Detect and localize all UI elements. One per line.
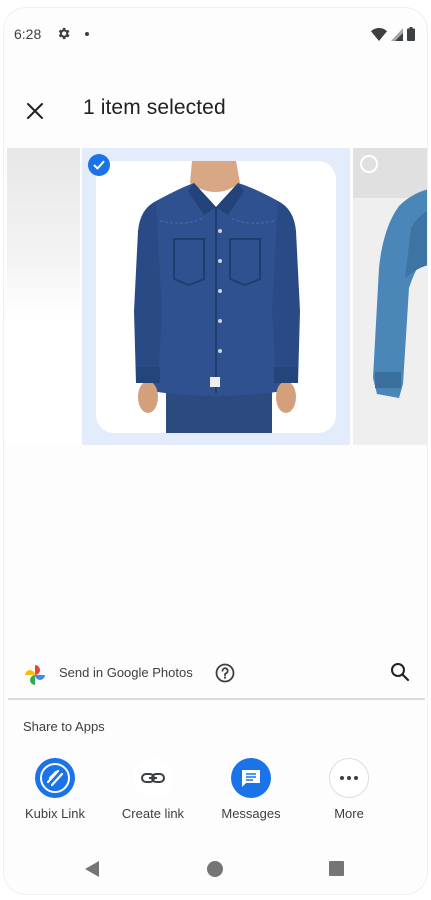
more-horizontal-icon <box>329 758 369 798</box>
close-icon[interactable] <box>20 96 50 126</box>
photo-right[interactable] <box>353 148 427 445</box>
notification-dot <box>85 32 89 36</box>
share-to-apps-label: Share to Apps <box>23 719 105 734</box>
search-icon[interactable] <box>389 661 411 688</box>
status-time: 6:28 <box>14 26 42 42</box>
signal-icon <box>391 27 403 46</box>
check-empty-icon[interactable] <box>360 155 378 173</box>
home-icon[interactable] <box>207 861 223 877</box>
send-in-google-photos-link[interactable]: Send in Google Photos <box>59 665 193 680</box>
divider <box>8 698 425 700</box>
light-denim-shirt-image <box>353 148 427 398</box>
messages-icon <box>231 758 271 798</box>
app-create-link[interactable]: Create link <box>108 758 198 821</box>
app-label: Messages <box>221 806 281 821</box>
photo-left[interactable] <box>7 148 80 445</box>
app-messages[interactable]: Messages <box>206 758 296 821</box>
selection-header: 1 item selected <box>4 82 427 138</box>
navigation-bar <box>4 846 427 894</box>
link-icon <box>133 758 173 798</box>
photo-image <box>96 161 336 433</box>
app-kubix-link[interactable]: Kubix Link <box>10 758 100 821</box>
app-more[interactable]: More <box>304 758 394 821</box>
wifi-icon <box>371 27 387 46</box>
battery-icon <box>407 27 415 46</box>
send-in-photos-row: Send in Google Photos <box>4 650 427 698</box>
share-apps-row: Kubix Link Create link Messages More <box>4 758 427 828</box>
photo-carousel[interactable] <box>4 148 427 445</box>
photo-denim-shirt[interactable] <box>82 148 350 445</box>
selection-title: 1 item selected <box>83 96 226 119</box>
back-icon[interactable] <box>84 860 100 883</box>
app-label: Kubix Link <box>25 806 85 821</box>
recents-icon[interactable] <box>329 861 344 876</box>
status-bar: 6:28 <box>4 8 427 52</box>
check-selected-icon[interactable] <box>88 154 110 176</box>
app-label: Create link <box>121 806 185 821</box>
kubix-link-icon <box>35 758 75 798</box>
status-icons <box>371 27 415 46</box>
google-photos-icon <box>24 664 46 691</box>
app-label: More <box>334 806 364 821</box>
help-circle-icon[interactable] <box>214 662 236 689</box>
denim-shirt-image <box>134 161 300 433</box>
phone-screen: 6:28 1 item selected Send in Google Phot… <box>4 8 427 894</box>
gear-icon <box>56 26 71 46</box>
